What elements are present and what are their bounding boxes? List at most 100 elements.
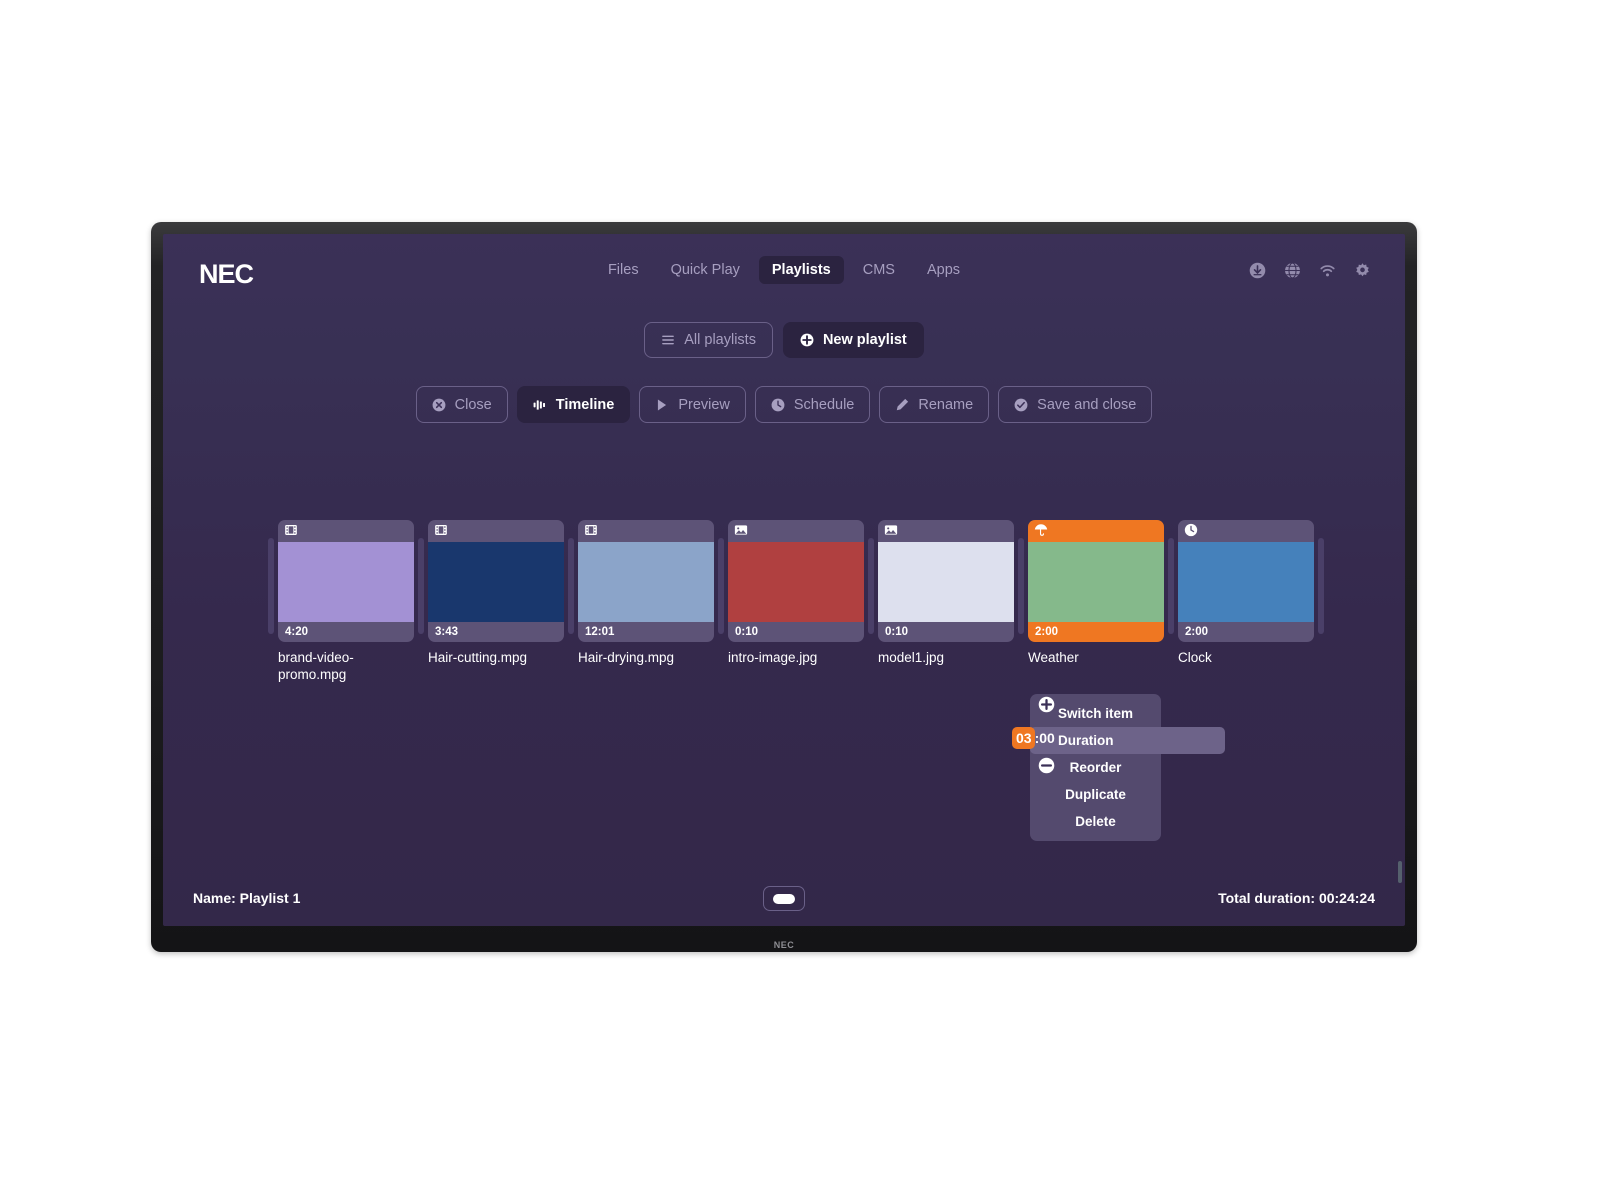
- check-circle-icon: [1014, 398, 1028, 412]
- save-and-close-label: Save and close: [1037, 396, 1137, 413]
- nav-item-quick-play[interactable]: Quick Play: [658, 256, 753, 284]
- timeline-thumbnail: [578, 542, 714, 622]
- timeline-item[interactable]: 0:10 intro-image.jpg: [728, 520, 864, 667]
- timeline-card[interactable]: 4:20: [278, 520, 414, 642]
- timeline-item[interactable]: 3:43 Hair-cutting.mpg: [428, 520, 564, 667]
- duration-value[interactable]: 03:00: [1012, 726, 1070, 750]
- timeline-item[interactable]: 4:20 brand-video-promo.mpg: [278, 520, 414, 684]
- timeline-drag-handle[interactable]: [1168, 538, 1174, 634]
- timeline-card-header: [278, 520, 414, 542]
- new-playlist-button[interactable]: New playlist: [782, 322, 924, 358]
- timeline-duration: 0:10: [885, 626, 909, 638]
- gear-icon[interactable]: [1354, 262, 1371, 279]
- preview-button[interactable]: Preview: [639, 386, 746, 423]
- timeline-duration: 4:20: [285, 626, 309, 638]
- timeline-label: Timeline: [555, 396, 615, 413]
- timeline-item[interactable]: 12:01 Hair-drying.mpg: [578, 520, 714, 667]
- timeline-card[interactable]: 12:01: [578, 520, 714, 642]
- power-led-indicator: [1398, 861, 1402, 883]
- film-icon: [284, 523, 298, 537]
- timeline-drag-handle[interactable]: [268, 538, 274, 634]
- timeline-drag-handle[interactable]: [418, 538, 424, 634]
- image-icon: [884, 523, 898, 537]
- timeline-card[interactable]: 3:43: [428, 520, 564, 642]
- timeline-duration: 3:43: [435, 626, 459, 638]
- close-label: Close: [454, 396, 492, 413]
- timeline-item-label: intro-image.jpg: [728, 650, 818, 665]
- nav-item-files[interactable]: Files: [595, 256, 652, 284]
- film-icon: [584, 523, 598, 537]
- close-circle-icon: [432, 398, 446, 412]
- timeline-item[interactable]: 2:00 Clock: [1178, 520, 1314, 667]
- timeline-drag-handle[interactable]: [1318, 538, 1324, 634]
- all-playlists-label: All playlists: [684, 332, 756, 348]
- timeline-card-header: [1178, 520, 1314, 542]
- schedule-label: Schedule: [793, 396, 855, 413]
- wifi-icon[interactable]: [1319, 262, 1336, 279]
- pencil-icon: [895, 398, 909, 412]
- globe-icon[interactable]: [1284, 262, 1301, 279]
- nav-item-cms[interactable]: CMS: [850, 256, 908, 284]
- context-menu-duplicate[interactable]: Duplicate: [1030, 781, 1161, 808]
- status-bar: Name: Playlist 1 Total duration: 00:24:2…: [163, 872, 1405, 926]
- play-icon: [655, 398, 669, 412]
- home-indicator: [773, 893, 795, 904]
- timeline-card-header: [878, 520, 1014, 542]
- timeline-drag-handle[interactable]: [718, 538, 724, 634]
- playlist-action-bar: All playlists New playlist: [163, 322, 1405, 358]
- playlist-editor-toolbar: Close Timeline Preview Schedule Rename S…: [163, 386, 1405, 423]
- timeline-card[interactable]: 0:10: [878, 520, 1014, 642]
- clock-icon: [771, 398, 785, 412]
- timeline-item-label: model1.jpg: [878, 650, 945, 665]
- new-playlist-label: New playlist: [822, 332, 907, 348]
- timeline-item-label: Weather: [1028, 650, 1079, 665]
- rename-button[interactable]: Rename: [879, 386, 990, 423]
- umbrella-icon: [1034, 523, 1048, 537]
- minus-circle-icon[interactable]: [1038, 757, 1055, 774]
- timeline-drag-handle[interactable]: [1018, 538, 1024, 634]
- timeline-thumbnail: [1028, 542, 1164, 622]
- close-button[interactable]: Close: [415, 386, 508, 423]
- timeline-thumbnail: [278, 542, 414, 622]
- timeline-item-selected[interactable]: 2:00 Weather: [1028, 520, 1164, 667]
- rename-label: Rename: [918, 396, 974, 413]
- nav-item-playlists[interactable]: Playlists: [758, 256, 844, 284]
- timeline-card-header: [428, 520, 564, 542]
- timeline-drag-handle[interactable]: [568, 538, 574, 634]
- duration-minutes[interactable]: :00: [1035, 730, 1055, 746]
- home-button[interactable]: [763, 886, 805, 911]
- bezel-nec-logo: NEC: [773, 940, 795, 950]
- plus-circle-icon: [800, 333, 814, 347]
- timeline-duration: 12:01: [585, 626, 615, 638]
- timeline-drag-handle[interactable]: [868, 538, 874, 634]
- save-and-close-button[interactable]: Save and close: [998, 386, 1153, 423]
- timeline-thumbnail: [878, 542, 1014, 622]
- context-menu-delete[interactable]: Delete: [1030, 808, 1161, 835]
- all-playlists-button[interactable]: All playlists: [644, 322, 773, 358]
- playlist-timeline: 4:20 brand-video-promo.mpg 3:43 Hair-cut…: [268, 520, 1345, 684]
- monitor-frame: NEC Files Quick Play Playlists CMS Apps: [151, 222, 1417, 952]
- timeline-item-label: brand-video-promo.mpg: [278, 650, 354, 682]
- timeline-icon: [533, 398, 547, 412]
- total-duration-status: Total duration: 00:24:24: [1218, 890, 1375, 906]
- timeline-card[interactable]: 0:10: [728, 520, 864, 642]
- timeline-button[interactable]: Timeline: [516, 386, 631, 423]
- download-icon[interactable]: [1249, 262, 1266, 279]
- timeline-item-label: Hair-cutting.mpg: [428, 650, 528, 665]
- plus-circle-icon[interactable]: [1038, 696, 1055, 713]
- nav-item-apps[interactable]: Apps: [914, 256, 973, 284]
- timeline-thumbnail: [1178, 542, 1314, 622]
- system-icon-tray: [1249, 262, 1371, 279]
- timeline-card-header: [578, 520, 714, 542]
- timeline-card[interactable]: 2:00: [1178, 520, 1314, 642]
- timeline-thumbnail: [428, 542, 564, 622]
- timeline-duration: 2:00: [1035, 626, 1059, 638]
- timeline-card[interactable]: 2:00: [1028, 520, 1164, 642]
- timeline-item-label: Hair-drying.mpg: [578, 650, 675, 665]
- timeline-item[interactable]: 0:10 model1.jpg: [878, 520, 1014, 667]
- duration-hours[interactable]: 03: [1012, 727, 1035, 749]
- timeline-item-label: Clock: [1178, 650, 1212, 665]
- playlist-name-status: Name: Playlist 1: [193, 890, 301, 906]
- clock-icon: [1184, 523, 1198, 537]
- schedule-button[interactable]: Schedule: [754, 386, 871, 423]
